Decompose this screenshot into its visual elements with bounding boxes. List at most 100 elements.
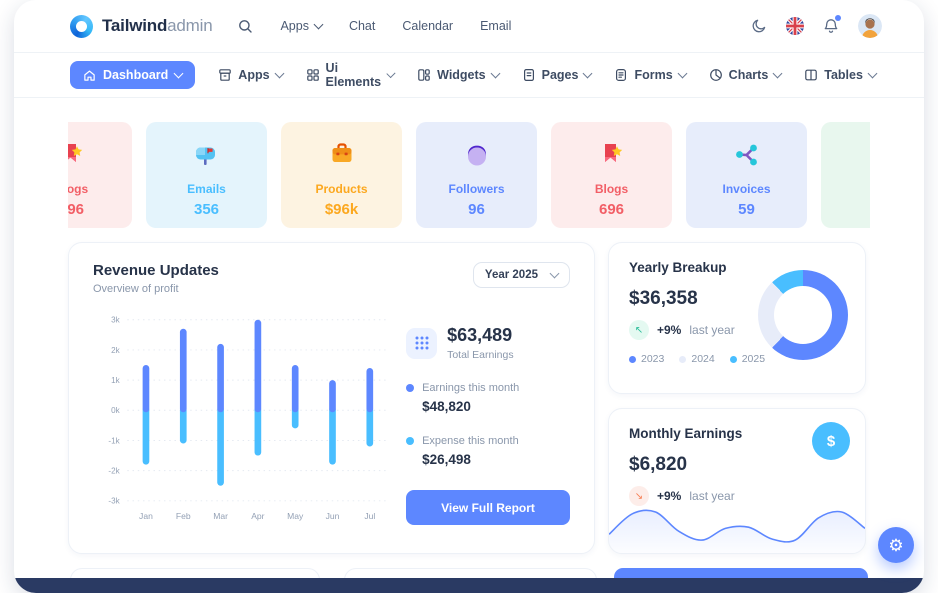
chevron-down-icon	[387, 69, 396, 78]
bookmark-star-icon	[68, 137, 132, 173]
chevron-down-icon	[550, 269, 560, 279]
widgets-icon	[417, 68, 431, 82]
yearly-delta-caption: last year	[689, 323, 734, 337]
svg-text:1k: 1k	[111, 376, 121, 385]
total-earnings-value: $63,489	[447, 325, 514, 346]
svg-text:-1k: -1k	[108, 436, 120, 445]
dollar-icon[interactable]: $	[812, 422, 850, 460]
nav-item-dashboard[interactable]: Dashboard	[70, 61, 195, 89]
chevron-down-icon	[773, 69, 783, 79]
stat-label: Blogs	[551, 182, 672, 196]
svg-text:Apr: Apr	[251, 511, 264, 521]
right-column: Yearly Breakup $36,358 ↖ +9% last year 2…	[608, 242, 866, 554]
search-icon[interactable]	[238, 19, 253, 34]
mailbox-icon	[146, 137, 267, 173]
stat-card-partial-right[interactable]	[821, 122, 870, 228]
nav-item-forms[interactable]: Forms	[614, 68, 685, 82]
grid-icon	[306, 68, 320, 82]
nav-item-charts[interactable]: Charts	[709, 68, 782, 82]
view-full-report-button[interactable]: View Full Report	[406, 490, 570, 525]
navbar: Dashboard Apps Ui Elements Widgets Pages…	[14, 53, 924, 98]
bookmark-star-icon	[551, 137, 672, 173]
brand-light: admin	[167, 16, 212, 35]
stat-card-blogs[interactable]: Blogs 696	[551, 122, 672, 228]
briefcase-icon	[281, 137, 402, 173]
stat-label: Followers	[416, 182, 537, 196]
top-link-calendar[interactable]: Calendar	[402, 19, 453, 33]
revenue-title: Revenue Updates	[93, 262, 219, 279]
moon-icon[interactable]	[751, 18, 767, 34]
chevron-down-icon	[677, 69, 687, 79]
share-icon	[686, 137, 807, 173]
gear-icon[interactable]: ⚙	[878, 527, 914, 563]
brand-name: Tailwindadmin	[102, 16, 212, 36]
dashboard-window: Tailwindadmin Apps Chat Calendar Email	[14, 0, 924, 593]
monthly-earnings-card: Monthly Earnings $ $6,820 ↘ +9% last yea…	[608, 408, 866, 554]
revenue-subtitle: Overview of profit	[93, 283, 219, 295]
monthly-area-chart	[609, 503, 865, 553]
nav-item-pages[interactable]: Pages	[522, 68, 592, 82]
legend-dot-2024	[679, 356, 686, 363]
year-select[interactable]: Year 2025	[473, 262, 570, 288]
stat-label: Blogs	[68, 182, 132, 196]
yearly-breakup-card: Yearly Breakup $36,358 ↖ +9% last year 2…	[608, 242, 866, 394]
svg-text:Mar: Mar	[213, 511, 228, 521]
svg-text:-3k: -3k	[108, 497, 120, 506]
svg-text:Jul: Jul	[364, 511, 375, 521]
main-content: Revenue Updates Overview of profit Year …	[68, 242, 870, 554]
apps-icon	[218, 68, 232, 82]
svg-text:Feb: Feb	[176, 511, 191, 521]
stat-value: 96	[416, 201, 537, 218]
grid-dots-icon	[406, 328, 437, 359]
stat-value: 356	[146, 201, 267, 218]
nav-item-widgets[interactable]: Widgets	[417, 68, 499, 82]
logo-ring-icon	[70, 15, 93, 38]
forms-icon	[614, 68, 628, 82]
stat-card-emails[interactable]: Emails 356	[146, 122, 267, 228]
stat-label: Products	[281, 182, 402, 196]
nav-item-ui-elements[interactable]: Ui Elements	[306, 61, 395, 89]
screen: Tailwindadmin Apps Chat Calendar Email	[0, 0, 938, 593]
stat-value: 696	[551, 201, 672, 218]
stat-value: $96k	[281, 201, 402, 218]
chevron-down-icon	[314, 20, 324, 30]
svg-text:2k: 2k	[111, 346, 121, 355]
legend-expense: Expense this month $26,498	[406, 435, 570, 467]
chevron-down-icon	[583, 69, 593, 79]
chevron-down-icon	[490, 69, 500, 79]
tables-icon	[804, 68, 818, 82]
topbar-actions	[751, 14, 882, 38]
top-link-apps[interactable]: Apps	[280, 19, 322, 33]
total-earnings-label: Total Earnings	[447, 349, 514, 361]
home-icon	[83, 69, 96, 82]
stat-card-invoices[interactable]: Invoices 59	[686, 122, 807, 228]
stat-card-products[interactable]: Products $96k	[281, 122, 402, 228]
yearly-donut-chart	[758, 270, 848, 360]
monthly-amount: $6,820	[629, 454, 845, 476]
nav-item-apps[interactable]: Apps	[218, 68, 282, 82]
bottom-frame-band	[14, 578, 924, 593]
person-icon	[416, 137, 537, 173]
yearly-delta: +9%	[657, 323, 681, 337]
brand-bold: Tailwind	[102, 16, 167, 35]
legend-dot-blue	[406, 384, 414, 392]
stat-card-blogs-partial[interactable]: Blogs 696	[68, 122, 132, 228]
top-link-chat[interactable]: Chat	[349, 19, 375, 33]
svg-text:Jun: Jun	[326, 511, 340, 521]
chevron-down-icon	[867, 69, 877, 79]
stat-card-followers[interactable]: Followers 96	[416, 122, 537, 228]
svg-text:3k: 3k	[111, 316, 121, 325]
stat-label: Invoices	[686, 182, 807, 196]
svg-text:May: May	[287, 511, 304, 521]
brand-logo[interactable]: Tailwindadmin	[70, 15, 212, 38]
legend-dot-2025	[730, 356, 737, 363]
bell-icon[interactable]	[823, 18, 839, 34]
avatar[interactable]	[858, 14, 882, 38]
top-link-email[interactable]: Email	[480, 19, 511, 33]
top-menu: Apps Chat Calendar Email	[238, 19, 511, 34]
uk-flag-icon[interactable]	[786, 17, 804, 35]
revenue-bar-chart: 3k2k1k0k-1k-2k-3kJanFebMarAprMayJunJul	[93, 301, 396, 531]
nav-item-tables[interactable]: Tables	[804, 68, 876, 82]
pages-icon	[522, 68, 536, 82]
svg-text:0k: 0k	[111, 406, 121, 415]
